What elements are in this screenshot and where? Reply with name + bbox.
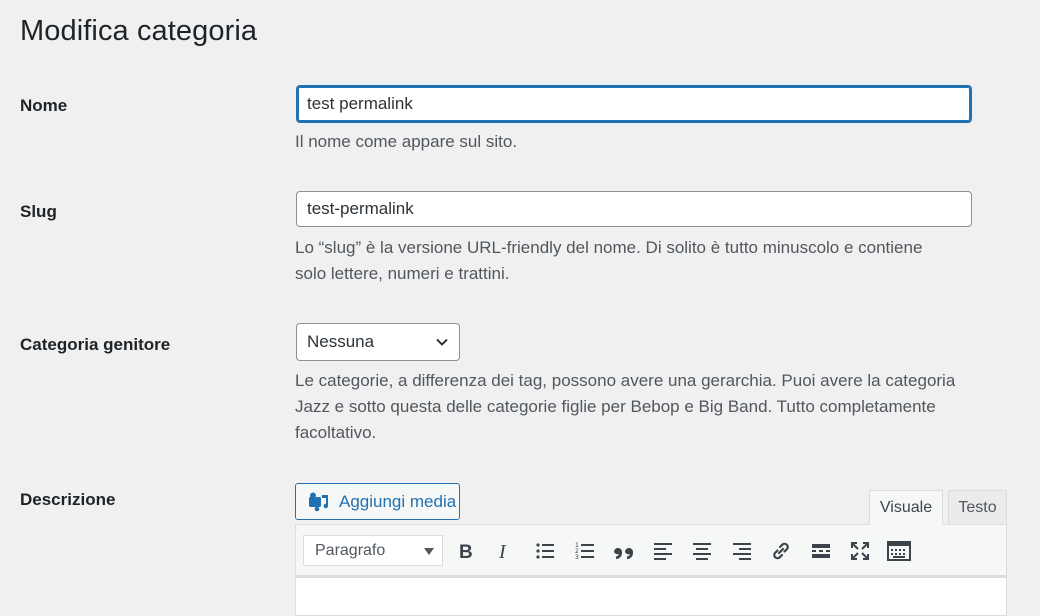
fullscreen-icon: [851, 542, 869, 560]
align-left-button[interactable]: [650, 538, 676, 564]
name-label: Nome: [20, 96, 68, 115]
align-right-button[interactable]: [729, 538, 755, 564]
link-button[interactable]: [768, 538, 794, 564]
fullscreen-button[interactable]: [847, 538, 873, 564]
tab-text[interactable]: Testo: [948, 490, 1007, 525]
parent-select[interactable]: Nessuna: [296, 323, 460, 361]
bullet-list-button[interactable]: [532, 538, 558, 564]
editor-toolbar: Paragrafo B I 1 2 3: [295, 524, 1007, 576]
description-label: Descrizione: [20, 490, 116, 509]
description-editor[interactable]: [295, 576, 1007, 616]
parent-select-value: Nessuna: [307, 332, 375, 351]
align-right-icon: [733, 543, 751, 560]
svg-text:3: 3: [575, 554, 579, 561]
page-title: Modifica categoria: [20, 15, 258, 47]
slug-input[interactable]: [296, 191, 972, 227]
format-select-value: Paragrafo: [315, 541, 386, 559]
media-icon: [309, 492, 328, 511]
align-center-button[interactable]: [689, 538, 715, 564]
numbered-list-icon: 1 2 3: [575, 542, 594, 561]
link-icon: [773, 542, 789, 560]
italic-button[interactable]: I: [492, 538, 518, 564]
tab-visual[interactable]: Visuale: [869, 490, 943, 525]
name-help: Il nome come appare sul sito.: [295, 132, 518, 151]
numbered-list-button[interactable]: 1 2 3: [572, 538, 598, 564]
svg-text:B: B: [459, 542, 473, 561]
svg-text:I: I: [498, 541, 507, 561]
parent-label: Categoria genitore: [20, 335, 171, 354]
name-input[interactable]: [296, 85, 972, 123]
parent-help-line: facoltativo.: [295, 423, 377, 442]
read-more-button[interactable]: [808, 538, 834, 564]
align-left-icon: [654, 543, 672, 560]
parent-help-line: Jazz e sotto questa delle categorie figl…: [295, 397, 936, 416]
bold-icon: B: [459, 542, 473, 561]
read-more-icon: [812, 544, 830, 558]
blockquote-icon: [614, 548, 633, 559]
parent-help: Le categorie, a differenza dei tag, poss…: [295, 368, 985, 446]
bullet-list-icon: [536, 543, 554, 559]
slug-help-line: Lo “slug” è la versione URL-friendly del…: [295, 238, 923, 257]
slug-label: Slug: [20, 202, 57, 221]
format-select[interactable]: Paragrafo: [303, 535, 443, 566]
toolbar-toggle-button[interactable]: [886, 538, 912, 564]
blockquote-button[interactable]: [611, 538, 637, 564]
dropdown-arrow-icon: [424, 548, 434, 555]
align-center-icon: [693, 543, 711, 560]
parent-help-line: Le categorie, a differenza dei tag, poss…: [295, 371, 956, 390]
italic-icon: I: [498, 541, 507, 561]
chevron-down-icon: [436, 338, 448, 346]
slug-help-line: solo lettere, numeri e trattini.: [295, 264, 510, 283]
add-media-label: Aggiungi media: [339, 491, 457, 511]
toolbar-toggle-icon: [887, 541, 911, 561]
slug-help: Lo “slug” è la versione URL-friendly del…: [295, 235, 985, 287]
add-media-button[interactable]: Aggiungi media: [295, 483, 460, 520]
bold-button[interactable]: B: [453, 538, 479, 564]
